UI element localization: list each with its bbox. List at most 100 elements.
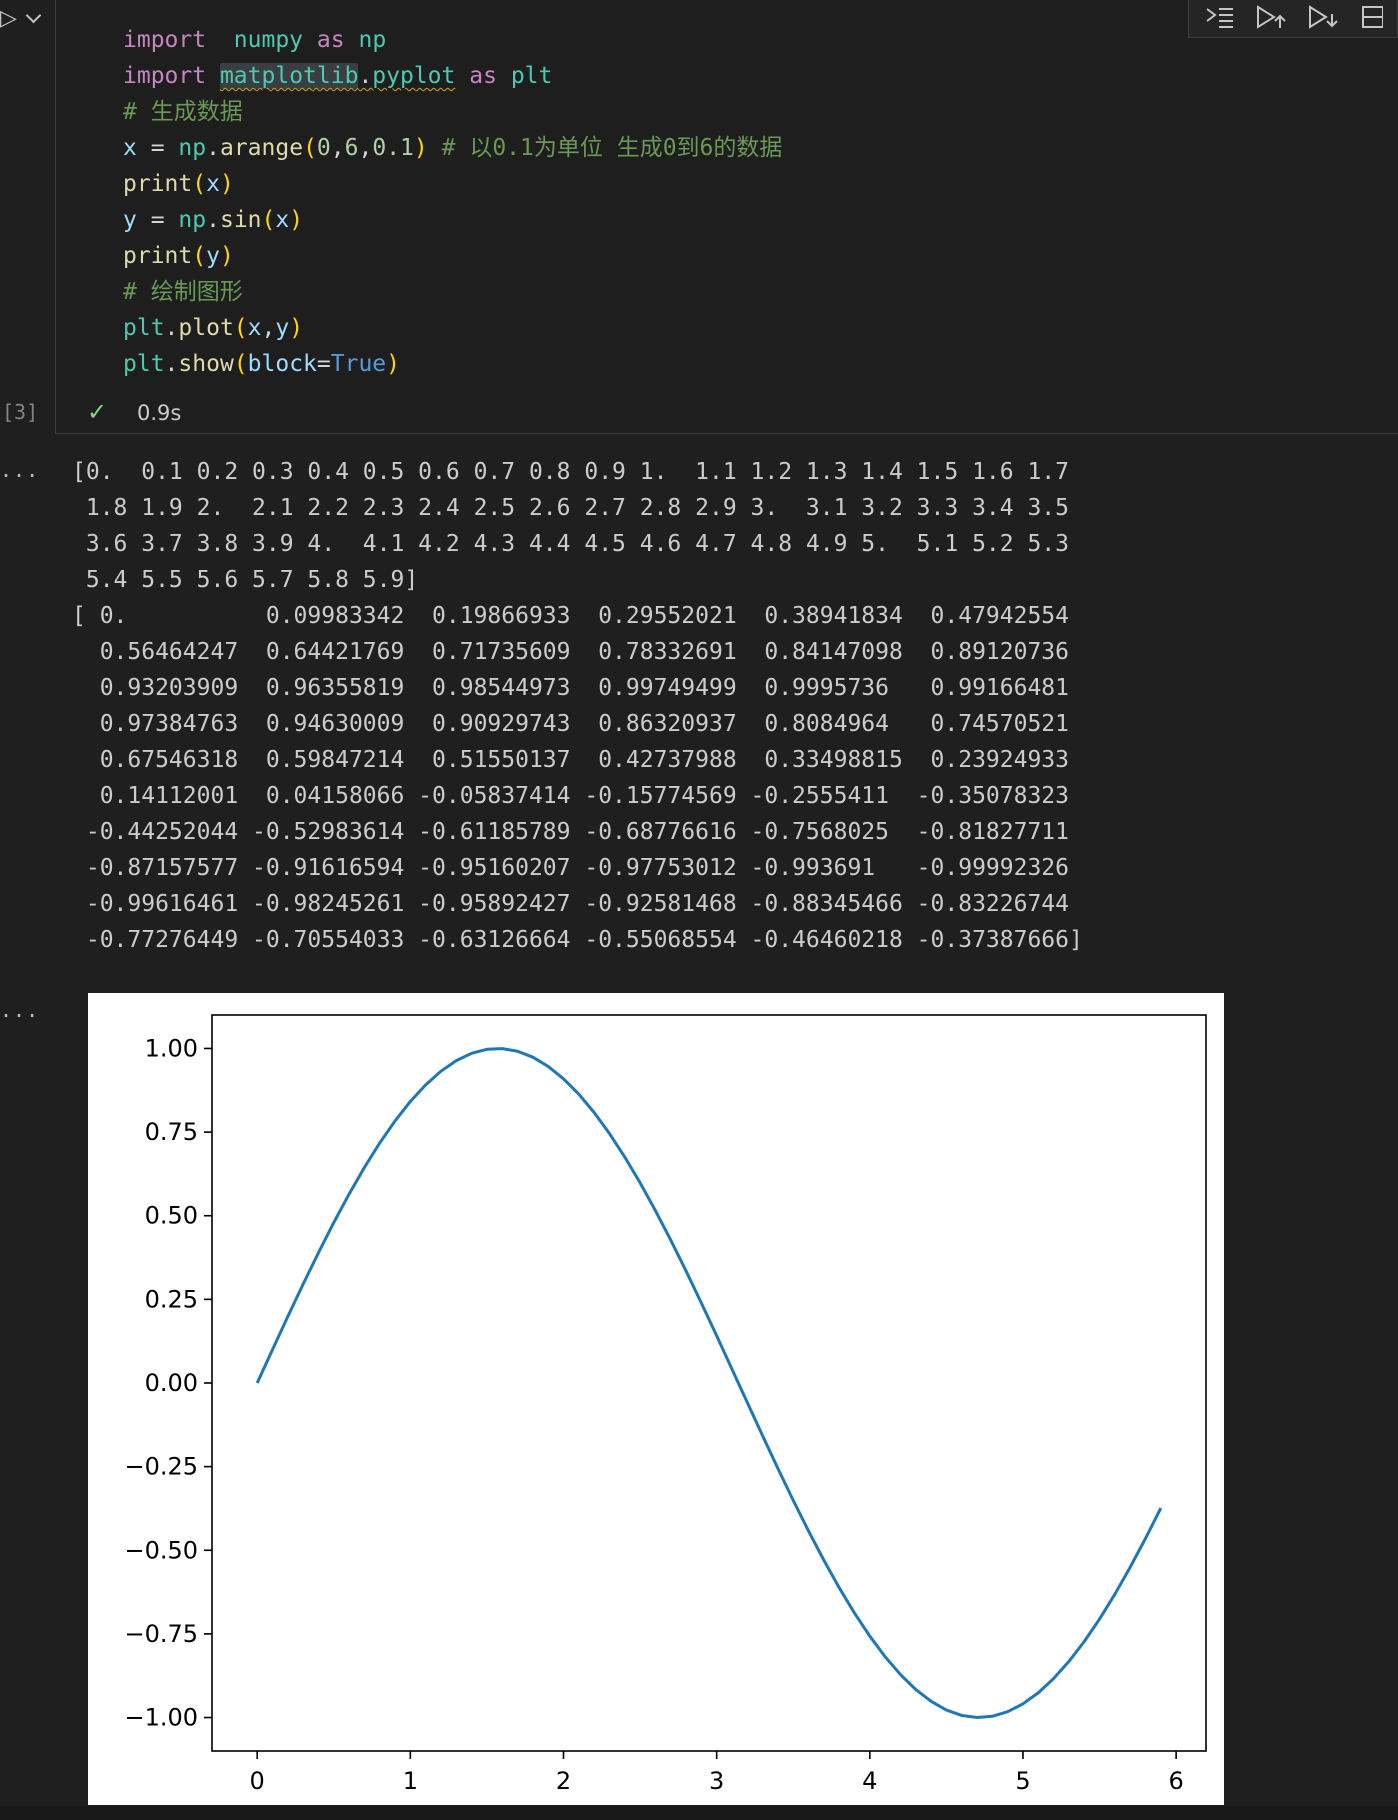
cell-output-text: [0. 0.1 0.2 0.3 0.4 0.5 0.6 0.7 0.8 0.9 … (72, 459, 1083, 953)
code-line: import matplotlib.pyplot as plt (123, 58, 782, 94)
code-line: import numpy as np (123, 22, 782, 58)
execute-below-icon[interactable] (1307, 4, 1339, 32)
code-token: ( (233, 315, 248, 341)
code-token: ) (219, 243, 234, 269)
code-token: y (123, 207, 137, 233)
run-cell-icon[interactable]: ▷ (0, 6, 17, 31)
code-token: x (123, 135, 137, 161)
code-token: . (206, 207, 220, 233)
code-line: plt.show(block=True) (123, 346, 782, 382)
code-token: np (178, 135, 207, 161)
code-token: . (164, 351, 179, 377)
x-tick-label: 4 (862, 1767, 877, 1795)
code-token: = (316, 351, 331, 377)
x-tick-label: 1 (403, 1767, 418, 1795)
code-token: numpy (233, 27, 304, 53)
code-token: x (247, 315, 262, 341)
code-token: , (261, 315, 276, 341)
code-token: . (206, 135, 220, 161)
y-tick-label: −0.50 (124, 1536, 198, 1564)
output-more-icon[interactable]: ... (0, 458, 39, 482)
code-token: sin (219, 207, 262, 233)
code-token: = (136, 207, 179, 233)
y-tick-label: 0.75 (145, 1118, 198, 1146)
code-line: # 生成数据 (123, 94, 782, 130)
code-token: ) (289, 315, 304, 341)
x-tick-label: 2 (556, 1767, 571, 1795)
code-token: ) (386, 351, 401, 377)
sine-series-line (255, 1047, 1163, 1720)
execution-count: [3] (2, 400, 39, 424)
code-token: ( (192, 171, 207, 197)
code-token: plot (178, 315, 234, 341)
code-token: ( (261, 207, 276, 233)
code-token: show (178, 351, 234, 377)
code-token: # 生成数据 (123, 99, 243, 125)
code-token: y (275, 315, 290, 341)
code-token: arange (219, 135, 304, 161)
status-strip (0, 1806, 1398, 1820)
code-token: , (358, 135, 373, 161)
y-tick-label: 0.25 (145, 1285, 198, 1313)
code-token: matplotlib (219, 63, 359, 89)
code-token: block (247, 351, 317, 377)
code-token: # 以0.1为单位 生成0到6的数据 (441, 135, 783, 161)
code-token: ( (303, 135, 317, 161)
y-tick-label: −0.75 (124, 1620, 198, 1648)
code-token: # 绘制图形 (123, 279, 243, 305)
plot-output: 1.00 0.75 0.50 0.25 0.00 −0.25 −0.50 −0.75 −1.00… (88, 993, 1224, 1805)
code-token: , (330, 135, 345, 161)
code-line: print(x) (123, 166, 782, 202)
code-token: . (164, 315, 179, 341)
plot-output-more-icon[interactable]: ... (0, 998, 39, 1022)
code-token: = (136, 135, 179, 161)
code-token: . (358, 63, 373, 89)
execution-time: 0.9s (137, 401, 182, 425)
code-line: # 绘制图形 (123, 274, 782, 310)
code-token: x (275, 207, 290, 233)
code-token: ( (233, 351, 248, 377)
code-token: print (123, 243, 193, 269)
code-token: ) (219, 171, 234, 197)
code-token: ( (192, 243, 207, 269)
chevron-down-icon[interactable] (25, 7, 42, 24)
x-tick-label: 6 (1168, 1767, 1183, 1795)
code-token: x (206, 171, 220, 197)
code-cell[interactable]: import numpy as np import matplotlib.pypl… (55, 0, 1398, 434)
code-token: np (178, 207, 207, 233)
code-token: ) (289, 207, 304, 233)
code-token: import (123, 63, 207, 89)
code-line: x = np.arange(0,6,0.1) # 以0.1为单位 生成0到6的数… (123, 130, 782, 166)
code-line: plt.plot(x,y) (123, 310, 782, 346)
y-tick-label: −0.25 (124, 1453, 198, 1481)
x-tick-label: 3 (709, 1767, 724, 1795)
code-line: print(y) (123, 238, 782, 274)
code-token: 6 (344, 135, 359, 161)
code-token: plt (123, 315, 165, 341)
code-token: plt (123, 351, 165, 377)
code-token: np (358, 27, 387, 53)
split-cell-icon[interactable] (1359, 4, 1383, 32)
code-token: 0.1 (372, 135, 414, 161)
y-tick-label: −1.00 (124, 1704, 198, 1732)
y-tick-label: 1.00 (145, 1034, 198, 1062)
run-by-line-icon[interactable] (1205, 5, 1235, 31)
code-token: as (469, 63, 497, 89)
code-token: pyplot (372, 63, 456, 89)
plot-frame (211, 1014, 1207, 1752)
code-editor[interactable]: import numpy as np import matplotlib.pypl… (123, 22, 782, 382)
code-token: 0 (316, 135, 331, 161)
x-tick-label: 5 (1015, 1767, 1030, 1795)
code-token: import (123, 27, 207, 53)
code-token: ) (413, 135, 428, 161)
success-check-icon: ✓ (87, 398, 108, 426)
code-token: True (330, 351, 387, 377)
execute-above-icon[interactable] (1255, 4, 1287, 32)
